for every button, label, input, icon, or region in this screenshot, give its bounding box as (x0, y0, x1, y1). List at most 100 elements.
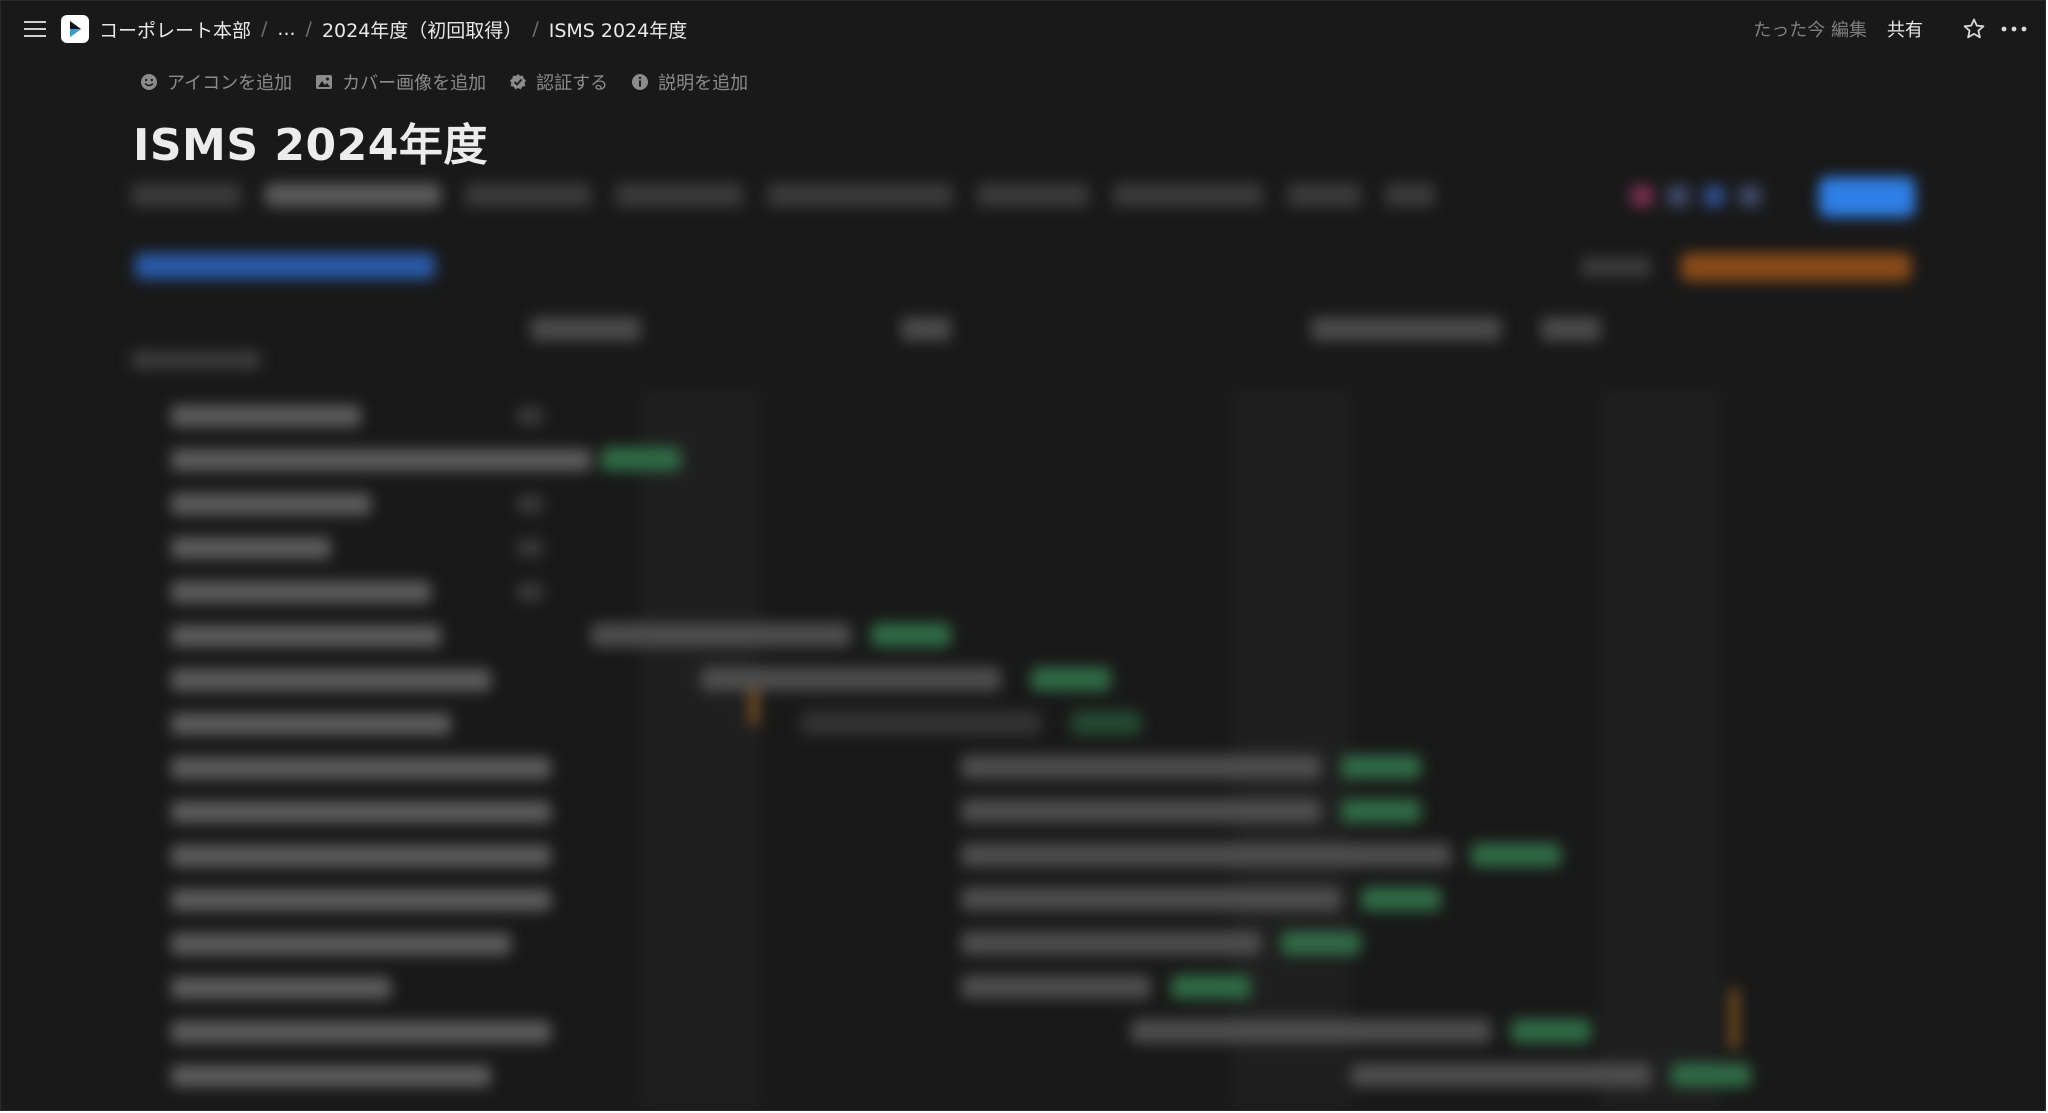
view-tab[interactable] (977, 183, 1089, 207)
add-description-button[interactable]: 説明を追加 (630, 69, 748, 95)
more-options-icon[interactable] (1999, 14, 2029, 44)
breadcrumb-separator: / (305, 18, 312, 40)
task-row-label[interactable] (171, 405, 361, 427)
sidebar-menu-icon[interactable] (21, 15, 49, 43)
toolbar-control-highlight[interactable] (1681, 253, 1911, 281)
sort-icon[interactable] (1667, 185, 1689, 207)
page-title[interactable]: ISMS 2024年度 (133, 109, 488, 173)
status-tag (1031, 667, 1111, 691)
status-tag (871, 623, 951, 647)
verify-button[interactable]: 認証する (508, 69, 608, 95)
view-controls (1631, 185, 1761, 207)
breadcrumb-separator: / (261, 18, 268, 40)
task-row-label[interactable] (171, 537, 331, 559)
breadcrumb-item-corporate[interactable]: コーポレート本部 (99, 16, 251, 43)
app-window: コーポレート本部 / ... / 2024年度（初回取得） / ISMS 202… (0, 0, 2046, 1111)
weekend-column (1601, 389, 1721, 1109)
status-tag (1671, 1063, 1751, 1087)
edited-status: たった今 編集 (1753, 20, 1867, 41)
view-tab[interactable] (767, 183, 953, 207)
timeline-bar[interactable] (1131, 1019, 1491, 1043)
task-row-label[interactable] (171, 757, 551, 779)
view-tab[interactable] (265, 183, 441, 207)
add-description-label: 説明を追加 (658, 73, 749, 94)
status-tag (1511, 1019, 1591, 1043)
smiley-icon (139, 72, 159, 92)
verified-badge-icon (508, 72, 528, 92)
task-row-label[interactable] (171, 669, 491, 691)
filter-icon[interactable] (1631, 185, 1653, 207)
task-row-label[interactable] (171, 845, 551, 867)
timeline-bar[interactable] (961, 931, 1261, 955)
month-label (901, 317, 951, 341)
timeline-bar[interactable] (961, 799, 1321, 823)
timeline-nav[interactable] (1541, 317, 1601, 341)
row-indicator (517, 495, 543, 513)
view-tab[interactable] (1113, 183, 1263, 207)
task-row-label[interactable] (171, 493, 371, 515)
task-row-label[interactable] (171, 713, 451, 735)
view-tab[interactable] (465, 183, 591, 207)
task-row-label[interactable] (171, 977, 391, 999)
breadcrumb: コーポレート本部 / ... / 2024年度（初回取得） / ISMS 202… (99, 16, 687, 43)
timeline-bar[interactable] (961, 843, 1451, 867)
breadcrumb-item-fiscal-year[interactable]: 2024年度（初回取得） (322, 16, 522, 43)
task-row-label[interactable] (171, 801, 551, 823)
task-row-label[interactable] (171, 889, 551, 911)
view-tab[interactable] (1385, 183, 1435, 207)
task-row-label[interactable] (171, 1021, 551, 1043)
timeline-bar[interactable] (591, 623, 851, 647)
share-button[interactable]: 共有 (1887, 16, 1923, 42)
search-icon[interactable] (1703, 185, 1725, 207)
row-indicator (517, 539, 543, 557)
task-row-label[interactable] (171, 581, 431, 603)
info-icon (630, 72, 650, 92)
favorite-star-icon[interactable] (1959, 14, 1989, 44)
add-cover-label: カバー画像を追加 (342, 73, 487, 94)
row-indicator (517, 583, 543, 601)
weekend-column (1231, 389, 1351, 1109)
breadcrumb-item-ellipsis[interactable]: ... (277, 18, 295, 40)
breadcrumb-separator: / (532, 18, 539, 40)
toolbar-control[interactable] (1581, 257, 1651, 277)
status-tag (1281, 931, 1361, 955)
breadcrumb-item-current-page[interactable]: ISMS 2024年度 (549, 16, 688, 43)
timeline-bar[interactable] (961, 887, 1341, 911)
add-icon-button[interactable]: アイコンを追加 (139, 69, 292, 95)
status-tag (1071, 711, 1141, 735)
timeline-bar[interactable] (961, 975, 1151, 999)
timeline-bar[interactable] (1351, 1063, 1651, 1087)
month-label (531, 317, 641, 341)
weekend-column (641, 389, 761, 1109)
top-bar: コーポレート本部 / ... / 2024年度（初回取得） / ISMS 202… (1, 1, 2045, 57)
page-header-actions: アイコンを追加 カバー画像を追加 認証する 説明を追加 (139, 69, 748, 95)
status-tag (1341, 799, 1421, 823)
image-icon (314, 72, 334, 92)
dependency-line (1731, 989, 1737, 1049)
task-row-label[interactable] (171, 933, 511, 955)
status-tag (1171, 975, 1251, 999)
view-tab[interactable] (131, 183, 241, 207)
task-row-label[interactable] (171, 625, 441, 647)
timeline-bar[interactable] (801, 711, 1041, 735)
add-cover-button[interactable]: カバー画像を追加 (314, 69, 486, 95)
task-row-label[interactable] (171, 1065, 491, 1087)
verify-label: 認証する (536, 73, 609, 94)
timeline-month-row (531, 317, 2031, 341)
top-bar-actions: たった今 編集 共有 (1753, 14, 2029, 44)
settings-icon[interactable] (1739, 185, 1761, 207)
workspace-logo-icon[interactable] (61, 15, 89, 43)
timeline-zoom-control[interactable] (1311, 317, 1501, 341)
status-tag (1341, 755, 1421, 779)
view-tab[interactable] (615, 183, 743, 207)
row-indicator (517, 407, 543, 425)
filter-chip[interactable] (135, 253, 435, 279)
status-tag (1361, 887, 1441, 911)
timeline-bar[interactable] (701, 667, 1001, 691)
view-tab[interactable] (1287, 183, 1361, 207)
new-item-button[interactable] (1819, 177, 1915, 217)
task-row-label[interactable] (171, 449, 591, 471)
column-header (131, 351, 261, 369)
timeline-bar[interactable] (961, 755, 1321, 779)
status-tag (1471, 843, 1561, 867)
